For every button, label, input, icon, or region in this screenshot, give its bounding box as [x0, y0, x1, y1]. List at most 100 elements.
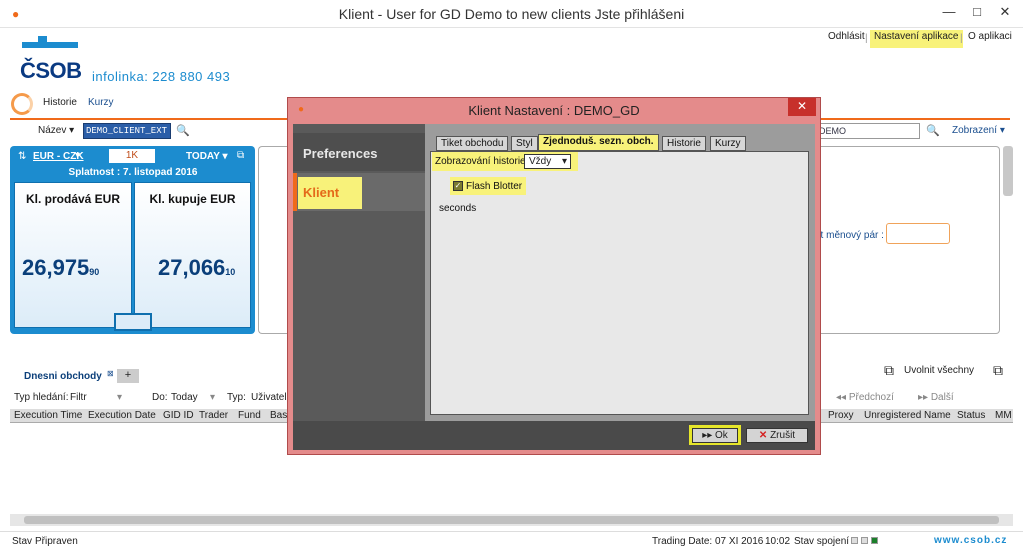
tab-styl[interactable]: Styl [511, 136, 538, 151]
type-select[interactable]: Uživatel [251, 392, 287, 403]
search-icon[interactable]: 🔍 [176, 124, 190, 137]
prev-label: Předchozí [848, 392, 894, 403]
col-proxy[interactable]: Proxy [828, 410, 854, 421]
preferences-title: Preferences [303, 146, 378, 161]
spread-box [114, 313, 152, 331]
close-icon[interactable]: ✕ [992, 4, 1018, 22]
prev-icon: ◂◂ [836, 392, 847, 403]
connection-label: Stav spojení [794, 536, 850, 547]
dropdown-arrow-icon: ▾ [561, 156, 567, 167]
status-time: 10:02 [765, 536, 791, 547]
col-trader[interactable]: Trader [199, 410, 228, 421]
trades-title: Dnesni obchody [24, 371, 102, 382]
csob-logo-icon [22, 36, 78, 48]
status-label: Stav [12, 536, 33, 547]
view-dropdown[interactable]: Zobrazení ▾ [952, 125, 1005, 136]
amount-input[interactable]: 1K [109, 149, 155, 163]
col-bas[interactable]: Bas [270, 410, 287, 421]
ok-button[interactable]: ▸▸ Ok [692, 428, 738, 443]
dialog-title: Klient Nastavení : DEMO_GD [468, 103, 640, 118]
to-value: Today [171, 392, 198, 403]
link-separator: | [960, 33, 963, 44]
flash-blotter-label[interactable]: Flash Blotter [466, 181, 522, 192]
logo-text: ČSOB [20, 58, 82, 83]
status-value: Připraven [35, 536, 78, 547]
cancel-label: Zrušit [770, 430, 796, 441]
pair-input[interactable] [886, 223, 950, 244]
restore-icon[interactable]: ⧉ [993, 362, 1003, 379]
col-mm[interactable]: MM [995, 410, 1012, 421]
col-unregistered-name[interactable]: Unregistered Name [864, 410, 951, 421]
dropdown-arrow-icon[interactable]: ▾ [75, 150, 80, 161]
to-select[interactable]: Today ▾ [171, 392, 215, 403]
filter-input[interactable]: DEMO [816, 123, 920, 139]
swirl-logo-icon [11, 93, 33, 115]
history-value: Vždy [529, 156, 552, 167]
status-bar [0, 531, 1023, 558]
dialog-close-icon[interactable]: ✕ [788, 98, 816, 116]
name-dropdown[interactable]: Název ▾ [38, 125, 74, 136]
infoline: infolinka: 228 880 493 [92, 69, 231, 84]
connection-led [851, 537, 858, 544]
prev-page-button[interactable]: ◂◂ Předchozí [836, 392, 894, 403]
tab-kurzy[interactable]: Kurzy [88, 97, 114, 108]
tenor-dropdown[interactable]: TODAY ▾ [186, 151, 228, 162]
ok-icon: ▸▸ [702, 430, 713, 441]
maximize-icon[interactable]: □ [964, 4, 990, 22]
col-execution-time[interactable]: Execution Time [14, 410, 82, 421]
tab-zjednodus[interactable]: Zjednoduš. sezn. obch. [538, 134, 659, 151]
flash-blotter-checkbox[interactable]: ✓ [453, 181, 463, 191]
connection-led [871, 537, 878, 544]
col-execution-date[interactable]: Execution Date [88, 410, 156, 421]
logout-link[interactable]: Odhlásit [824, 30, 869, 48]
add-tab-button[interactable]: + [117, 369, 139, 383]
blank-panel [258, 146, 288, 334]
history-select[interactable]: Vždy ▾ [524, 154, 571, 169]
ok-label: Ok [715, 430, 728, 441]
release-all-button[interactable]: Uvolnit všechny [904, 365, 974, 376]
dropdown-arrow-icon: ▾ [116, 392, 122, 403]
tab-tiket-obchodu[interactable]: Tiket obchodu [436, 136, 509, 151]
close-tab-icon[interactable]: ⊠ [107, 369, 114, 378]
scrollbar-thumb[interactable] [24, 516, 999, 524]
sidebar-item-klient-label[interactable]: Klient [298, 177, 362, 209]
search-type-label: Typ hledání: [14, 392, 69, 403]
buy-label: Kl. kupuje EUR [149, 192, 236, 206]
sell-rate-main: 26,975 [22, 255, 90, 280]
vertical-scrollbar[interactable] [1003, 146, 1013, 196]
swap-icon[interactable]: ⇅ [18, 151, 26, 162]
col-gid-id[interactable]: GID ID [163, 410, 194, 421]
settlement-date: Splatnost : 7. listopad 2016 [68, 167, 198, 178]
next-label: Další [930, 392, 954, 403]
col-fund[interactable]: Fund [238, 410, 261, 421]
tab-historie[interactable]: Historie [662, 136, 706, 151]
cancel-icon: ✕ [758, 430, 768, 441]
name-input[interactable]: DEMO_CLIENT_EXT [83, 123, 171, 139]
trading-date: Trading Date: 07 XI 2016 [652, 536, 764, 547]
release-icon[interactable]: ⧉ [884, 362, 894, 379]
popout-icon[interactable]: ⧉ [237, 150, 244, 161]
search-type-select[interactable]: Filtr ▾ [70, 392, 122, 403]
horizontal-scrollbar[interactable] [10, 514, 1013, 526]
website-link[interactable]: www.csob.cz [934, 535, 1007, 546]
search-icon[interactable]: 🔍 [926, 124, 940, 137]
buy-rate-pips: 10 [225, 267, 236, 277]
app-settings-link[interactable]: Nastavení aplikace [870, 30, 963, 48]
minimize-icon[interactable]: — [936, 4, 962, 22]
buy-rate-main: 27,066 [158, 255, 226, 280]
col-status[interactable]: Status [957, 410, 985, 421]
seconds-label: seconds [439, 203, 477, 214]
next-page-button[interactable]: ▸▸ Další [918, 392, 954, 403]
type-label: Typ: [227, 392, 246, 403]
buy-rate: 27,06610 [158, 255, 235, 281]
sell-rate: 26,97590 [22, 255, 99, 281]
tab-kurzy[interactable]: Kurzy [710, 136, 746, 151]
sell-label: Kl. prodává EUR [25, 192, 121, 206]
cancel-button[interactable]: ✕ Zrušit [746, 428, 808, 443]
title-bar: ● Klient - User for GD Demo to new clien… [0, 0, 1023, 28]
tab-historie[interactable]: Historie [43, 97, 77, 108]
next-icon: ▸▸ [918, 392, 929, 403]
about-link[interactable]: O aplikaci [964, 30, 1016, 48]
dropdown-arrow-icon: ▾ [209, 392, 215, 403]
connection-led [861, 537, 868, 544]
